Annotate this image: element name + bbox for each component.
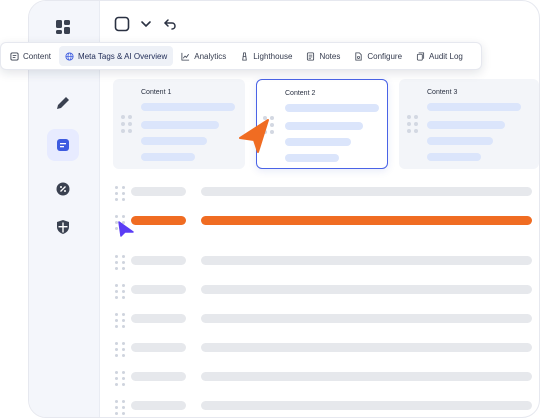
sidebar-item-documents[interactable] bbox=[47, 129, 79, 161]
tab-lighthouse[interactable]: Lighthouse bbox=[234, 46, 298, 66]
row-drag-handle-icon[interactable] bbox=[115, 342, 125, 357]
tab-label: Analytics bbox=[194, 51, 227, 61]
row-title-placeholder bbox=[131, 343, 186, 352]
card-title: Content 3 bbox=[427, 89, 458, 96]
row-value-placeholder bbox=[201, 285, 532, 294]
tab-configure[interactable]: Configure bbox=[348, 46, 408, 66]
content-card[interactable]: Content 3 bbox=[399, 79, 539, 169]
config-file-icon bbox=[355, 51, 362, 61]
tab-label: Configure bbox=[367, 51, 403, 61]
sidebar-item-discounts[interactable] bbox=[47, 173, 79, 205]
tab-notes[interactable]: Notes bbox=[300, 46, 346, 66]
tab-analytics[interactable]: Analytics bbox=[175, 46, 232, 66]
row-title-placeholder bbox=[131, 256, 186, 265]
tab-audit-log[interactable]: Audit Log bbox=[410, 46, 469, 66]
row-value-placeholder bbox=[201, 401, 532, 410]
checkbox-icon bbox=[114, 16, 130, 32]
purple-cursor-icon bbox=[118, 221, 134, 237]
chart-line-icon bbox=[181, 52, 190, 61]
percent-badge-icon bbox=[56, 182, 70, 196]
content-card-selected[interactable]: Content 2 bbox=[256, 79, 388, 169]
document-icon bbox=[57, 139, 69, 151]
shield-icon bbox=[57, 220, 69, 234]
dropdown-button[interactable] bbox=[137, 15, 155, 33]
row-value-placeholder bbox=[201, 187, 532, 196]
tab-label: Lighthouse bbox=[253, 51, 293, 61]
tab-meta-tags[interactable]: Meta Tags & AI Overview bbox=[59, 46, 174, 66]
undo-icon bbox=[163, 19, 176, 30]
tab-label: Notes bbox=[319, 51, 341, 61]
audit-log-icon bbox=[416, 51, 425, 61]
row-value-placeholder bbox=[201, 372, 532, 381]
row-value-placeholder bbox=[201, 216, 532, 225]
tab-content[interactable]: Content bbox=[4, 46, 57, 66]
content-card[interactable]: Content 1 bbox=[113, 79, 245, 169]
lighthouse-icon bbox=[242, 51, 248, 61]
row-drag-handle-icon[interactable] bbox=[115, 284, 125, 299]
orange-cursor-icon bbox=[239, 119, 269, 153]
tab-bar: Content Meta Tags & AI Overview Analytic… bbox=[0, 42, 482, 70]
sidebar-item-edit[interactable] bbox=[47, 87, 79, 119]
card-title: Content 1 bbox=[141, 89, 172, 96]
row-value-placeholder bbox=[201, 256, 532, 265]
row-drag-handle-icon[interactable] bbox=[115, 400, 125, 415]
row-value-placeholder bbox=[201, 343, 532, 352]
notes-icon bbox=[307, 51, 315, 61]
drag-handle-icon[interactable] bbox=[407, 115, 418, 133]
tab-label: Meta Tags & AI Overview bbox=[78, 51, 168, 61]
dashboard-grid-icon bbox=[56, 20, 70, 34]
sidebar-item-security[interactable] bbox=[47, 211, 79, 243]
row-title-placeholder bbox=[131, 401, 186, 410]
row-title-placeholder bbox=[131, 216, 186, 225]
row-value-placeholder bbox=[201, 314, 532, 323]
drag-handle-icon[interactable] bbox=[121, 115, 132, 133]
file-icon bbox=[10, 51, 19, 61]
row-drag-handle-icon[interactable] bbox=[115, 186, 125, 201]
row-title-placeholder bbox=[131, 285, 186, 294]
row-drag-handle-icon[interactable] bbox=[115, 371, 125, 386]
card-title: Content 2 bbox=[285, 90, 316, 97]
globe-icon bbox=[65, 51, 74, 61]
pencil-icon bbox=[57, 97, 69, 109]
row-title-placeholder bbox=[131, 187, 186, 196]
select-all-checkbox[interactable] bbox=[113, 15, 131, 33]
sidebar-item-dashboard[interactable] bbox=[47, 11, 79, 43]
tab-label: Content bbox=[23, 51, 52, 61]
chevron-down-icon bbox=[141, 21, 151, 28]
undo-button[interactable] bbox=[161, 15, 179, 33]
row-drag-handle-icon[interactable] bbox=[115, 313, 125, 328]
tab-label: Audit Log bbox=[429, 51, 463, 61]
row-title-placeholder bbox=[131, 372, 186, 381]
row-drag-handle-icon[interactable] bbox=[115, 255, 125, 270]
row-title-placeholder bbox=[131, 314, 186, 323]
